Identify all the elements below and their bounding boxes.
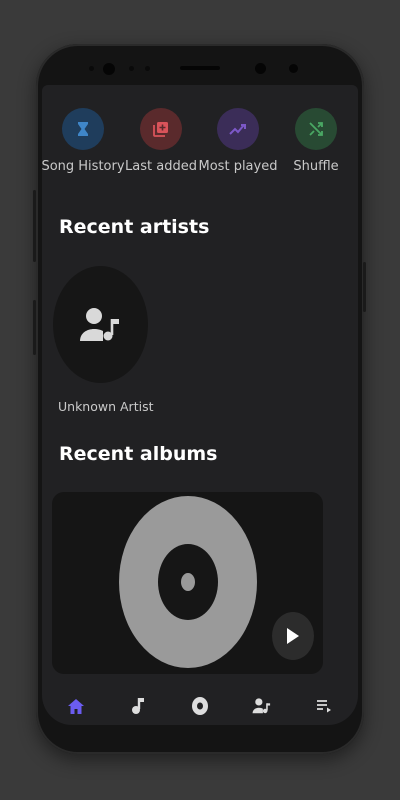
artist-card[interactable]: [53, 266, 148, 383]
side-button: [363, 262, 366, 312]
earpiece-speaker: [180, 66, 220, 70]
proximity-sensor: [289, 64, 298, 73]
sensor-dot: [145, 66, 150, 71]
hourglass-icon: [62, 108, 104, 150]
recent-artists-title: Recent artists: [59, 216, 210, 238]
sensor-dot: [89, 66, 94, 71]
bottom-navigation: [42, 684, 358, 726]
shuffle-icon: [295, 108, 337, 150]
music-note-icon: [132, 698, 144, 714]
play-button[interactable]: [272, 612, 314, 660]
iris-scanner: [255, 63, 266, 74]
front-camera: [103, 63, 115, 75]
nav-songs[interactable]: [126, 694, 150, 718]
quick-action-label: Most played: [198, 159, 278, 174]
quick-action-label: Shuffle: [293, 159, 339, 174]
power-button: [33, 300, 36, 355]
artist-name: Unknown Artist: [58, 399, 154, 414]
nav-albums[interactable]: [188, 694, 212, 718]
library-add-icon: [140, 108, 182, 150]
artist-image: [53, 266, 148, 383]
quick-action-shuffle[interactable]: Shuffle: [271, 108, 361, 174]
quick-action-song-history[interactable]: Song History: [38, 108, 128, 174]
volume-button: [33, 190, 36, 262]
nav-home[interactable]: [64, 694, 88, 718]
play-icon: [287, 628, 299, 644]
nav-artists[interactable]: [250, 694, 274, 718]
album-icon: [192, 697, 208, 715]
artist-icon: [252, 698, 271, 714]
nav-playlists[interactable]: [312, 694, 336, 718]
trending-icon: [217, 108, 259, 150]
home-icon: [68, 698, 84, 714]
sensor-dot: [129, 66, 134, 71]
recent-albums-title: Recent albums: [59, 443, 218, 465]
quick-action-label: Song History: [41, 159, 125, 174]
quick-action-most-played[interactable]: Most played: [193, 108, 283, 174]
artist-icon: [79, 307, 119, 341]
phone-top-bezel: [0, 0, 400, 90]
playlist-icon: [317, 700, 331, 713]
